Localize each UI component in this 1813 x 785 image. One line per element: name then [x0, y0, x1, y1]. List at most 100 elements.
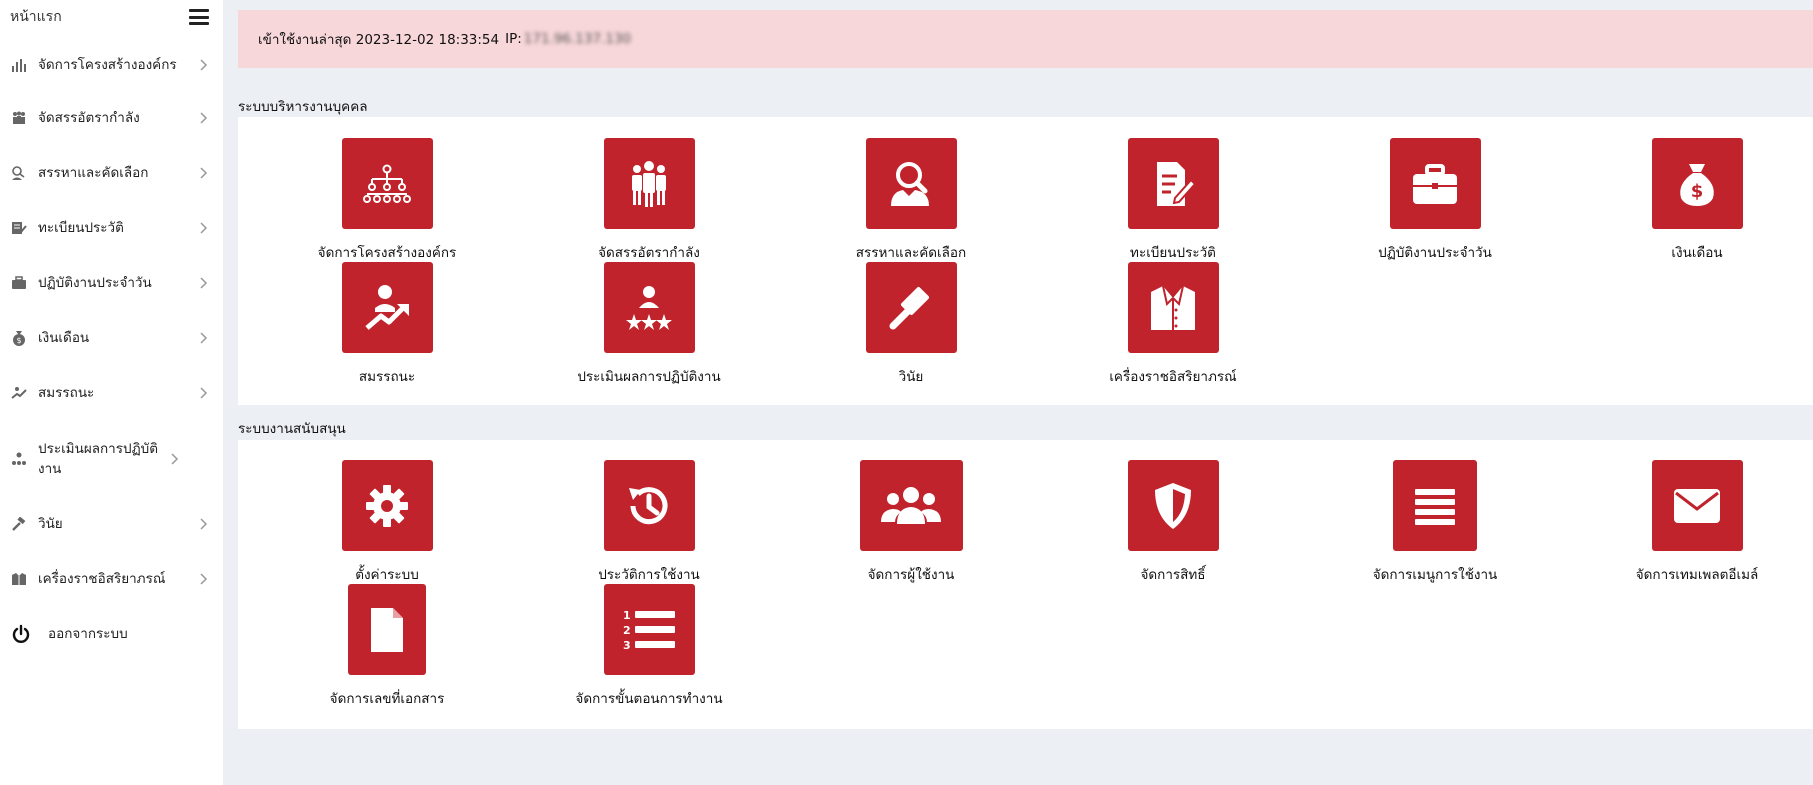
- sidebar-item-label: ทะเบียนประวัติ: [38, 220, 124, 236]
- tile-salary[interactable]: $ เงินเดือน: [1597, 138, 1797, 263]
- tile-daily-work[interactable]: ปฏิบัติงานประจำวัน: [1335, 138, 1535, 263]
- tile-label: จัดการโครงสร้างองค์กร: [317, 245, 457, 261]
- tile-document-numbers[interactable]: จัดการเลขที่เอกสาร: [287, 584, 487, 709]
- chart-bars-icon: [10, 56, 28, 74]
- tile-label: ตั้งค่าระบบ: [355, 567, 419, 583]
- sidebar-item-evaluation[interactable]: ประเมินผลการปฏิบัติงาน: [0, 433, 223, 485]
- tile-label: ปฏิบัติงานประจำวัน: [1378, 245, 1492, 261]
- tile-label: เครื่องราชอิสริยาภรณ์: [1109, 369, 1237, 385]
- chevron-right-icon: [197, 167, 211, 179]
- hr-panel: จัดการโครงสร้างองค์กร จัดสรรอัตรากำลัง ส…: [238, 117, 1813, 405]
- tile-manage-permissions[interactable]: จัดการสิทธิ์: [1073, 460, 1273, 585]
- tile-label: สมรรถนะ: [358, 369, 416, 385]
- tile-label: ประวัติการใช้งาน: [598, 567, 700, 583]
- tile-system-settings[interactable]: ตั้งค่าระบบ: [287, 460, 487, 585]
- tile-records[interactable]: ทะเบียนประวัติ: [1073, 138, 1273, 263]
- ip-label: IP:: [505, 31, 522, 47]
- hamburger-menu-icon[interactable]: [189, 9, 209, 25]
- tile-discipline[interactable]: วินัย: [811, 262, 1011, 387]
- main-content: เข้าใช้งานล่าสุด 2023-12-02 18:33:54 IP:…: [223, 0, 1813, 785]
- tile-decorations[interactable]: เครื่องราชอิสริยาภรณ์: [1073, 262, 1273, 387]
- chevron-right-icon: [168, 453, 182, 465]
- sidebar-item-label: ปฏิบัติงานประจำวัน: [38, 275, 152, 291]
- history-icon: [603, 460, 695, 551]
- svg-text:3: 3: [623, 639, 631, 652]
- gavel-icon: [10, 515, 28, 533]
- tile-label: วินัย: [898, 369, 924, 385]
- menu-lines-icon: [1393, 460, 1477, 551]
- tile-label: สรรหาและคัดเลือก: [855, 245, 967, 261]
- tile-usage-history[interactable]: ประวัติการใช้งาน: [549, 460, 749, 585]
- gavel-icon: [865, 262, 957, 353]
- gear-icon: [341, 460, 433, 551]
- power-icon: [10, 624, 32, 643]
- tile-manage-menus[interactable]: จัดการเมนูการใช้งาน: [1335, 460, 1535, 585]
- tile-evaluation[interactable]: ประเมินผลการปฏิบัติงาน: [549, 262, 749, 387]
- sidebar-item-label: เงินเดือน: [38, 330, 90, 346]
- tile-workflow-steps[interactable]: 1 2 3 จัดการขั้นตอนการทำงาน: [549, 584, 749, 709]
- tile-org-structure[interactable]: จัดการโครงสร้างองค์กร: [287, 138, 487, 263]
- sidebar-item-salary[interactable]: $ เงินเดือน: [0, 323, 223, 353]
- sidebar-item-label: จัดการโครงสร้างองค์กร: [38, 57, 177, 73]
- chevron-right-icon: [197, 573, 211, 585]
- sidebar-item-recruitment[interactable]: สรรหาและคัดเลือก: [0, 158, 223, 188]
- briefcase-icon: [1389, 138, 1481, 229]
- chevron-right-icon: [197, 332, 211, 344]
- sidebar-item-label: สมรรถนะ: [38, 385, 95, 401]
- tile-label: ทะเบียนประวัติ: [1130, 245, 1216, 261]
- money-bag-icon: $: [1651, 138, 1743, 229]
- sidebar-item-competency[interactable]: สมรรถนะ: [0, 378, 223, 408]
- sidebar-header: หน้าแรก: [0, 0, 223, 34]
- tile-manpower[interactable]: จัดสรรอัตรากำลัง: [549, 138, 749, 263]
- user-search-icon: [10, 164, 28, 182]
- svg-text:2: 2: [623, 624, 631, 637]
- tile-email-templates[interactable]: จัดการเทมเพลตอีเมล์: [1597, 460, 1797, 585]
- growth-icon: [10, 384, 28, 402]
- logout-label: ออกจากระบบ: [48, 626, 128, 642]
- sidebar-item-discipline[interactable]: วินัย: [0, 509, 223, 539]
- sidebar-item-label: สรรหาและคัดเลือก: [38, 165, 149, 181]
- tile-competency[interactable]: สมรรถนะ: [287, 262, 487, 387]
- tile-label: จัดการเมนูการใช้งาน: [1372, 567, 1498, 583]
- shield-icon: [1127, 460, 1219, 551]
- chevron-right-icon: [197, 112, 211, 124]
- svg-text:$: $: [16, 336, 21, 345]
- tile-label: จัดการขั้นตอนการทำงาน: [575, 691, 723, 707]
- tile-label: จัดสรรอัตรากำลัง: [598, 245, 700, 261]
- file-icon: [348, 584, 426, 675]
- chevron-right-icon: [197, 222, 211, 234]
- home-link[interactable]: หน้าแรก: [10, 6, 62, 28]
- sidebar-item-records[interactable]: ทะเบียนประวัติ: [0, 213, 223, 243]
- sidebar-item-logout[interactable]: ออกจากระบบ: [0, 619, 223, 649]
- growth-icon: [341, 262, 433, 353]
- tile-recruitment[interactable]: สรรหาและคัดเลือก: [811, 138, 1011, 263]
- envelope-icon: [1651, 460, 1743, 551]
- numbered-list-icon: 1 2 3: [603, 584, 695, 675]
- tile-label: ประเมินผลการปฏิบัติงาน: [577, 369, 721, 385]
- money-bag-icon: $: [10, 329, 28, 347]
- rating-icon: [603, 262, 695, 353]
- section-title-support: ระบบงานสนับสนุน: [238, 421, 346, 437]
- chevron-right-icon: [197, 387, 211, 399]
- sidebar-item-manpower[interactable]: จัดสรรอัตรากำลัง: [0, 103, 223, 133]
- document-edit-icon: [10, 219, 28, 237]
- svg-text:$: $: [1691, 181, 1704, 202]
- uniform-icon: [10, 570, 28, 588]
- sidebar: หน้าแรก จัดการโครงสร้างองค์กร จัดสรรอัตร…: [0, 0, 223, 785]
- ip-value: 171.96.137.130: [523, 31, 632, 47]
- tile-label: จัดการเลขที่เอกสาร: [329, 691, 445, 707]
- sidebar-item-label: ประเมินผลการปฏิบัติงาน: [38, 441, 158, 477]
- sidebar-item-decorations[interactable]: เครื่องราชอิสริยาภรณ์: [0, 564, 223, 594]
- section-title-hr: ระบบบริหารงานบุคคล: [238, 99, 368, 115]
- tile-label: จัดการสิทธิ์: [1140, 567, 1206, 583]
- org-chart-icon: [341, 138, 433, 229]
- sidebar-item-label: วินัย: [38, 516, 63, 532]
- sidebar-item-daily-work[interactable]: ปฏิบัติงานประจำวัน: [0, 268, 223, 298]
- sidebar-item-label: จัดสรรอัตรากำลัง: [38, 110, 140, 126]
- last-login-text: เข้าใช้งานล่าสุด 2023-12-02 18:33:54: [258, 32, 500, 48]
- people-group-icon: [10, 109, 28, 127]
- svg-text:1: 1: [623, 609, 631, 622]
- briefcase-icon: [10, 274, 28, 292]
- tile-manage-users[interactable]: จัดการผู้ใช้งาน: [811, 460, 1011, 585]
- sidebar-item-org-structure[interactable]: จัดการโครงสร้างองค์กร: [0, 50, 223, 80]
